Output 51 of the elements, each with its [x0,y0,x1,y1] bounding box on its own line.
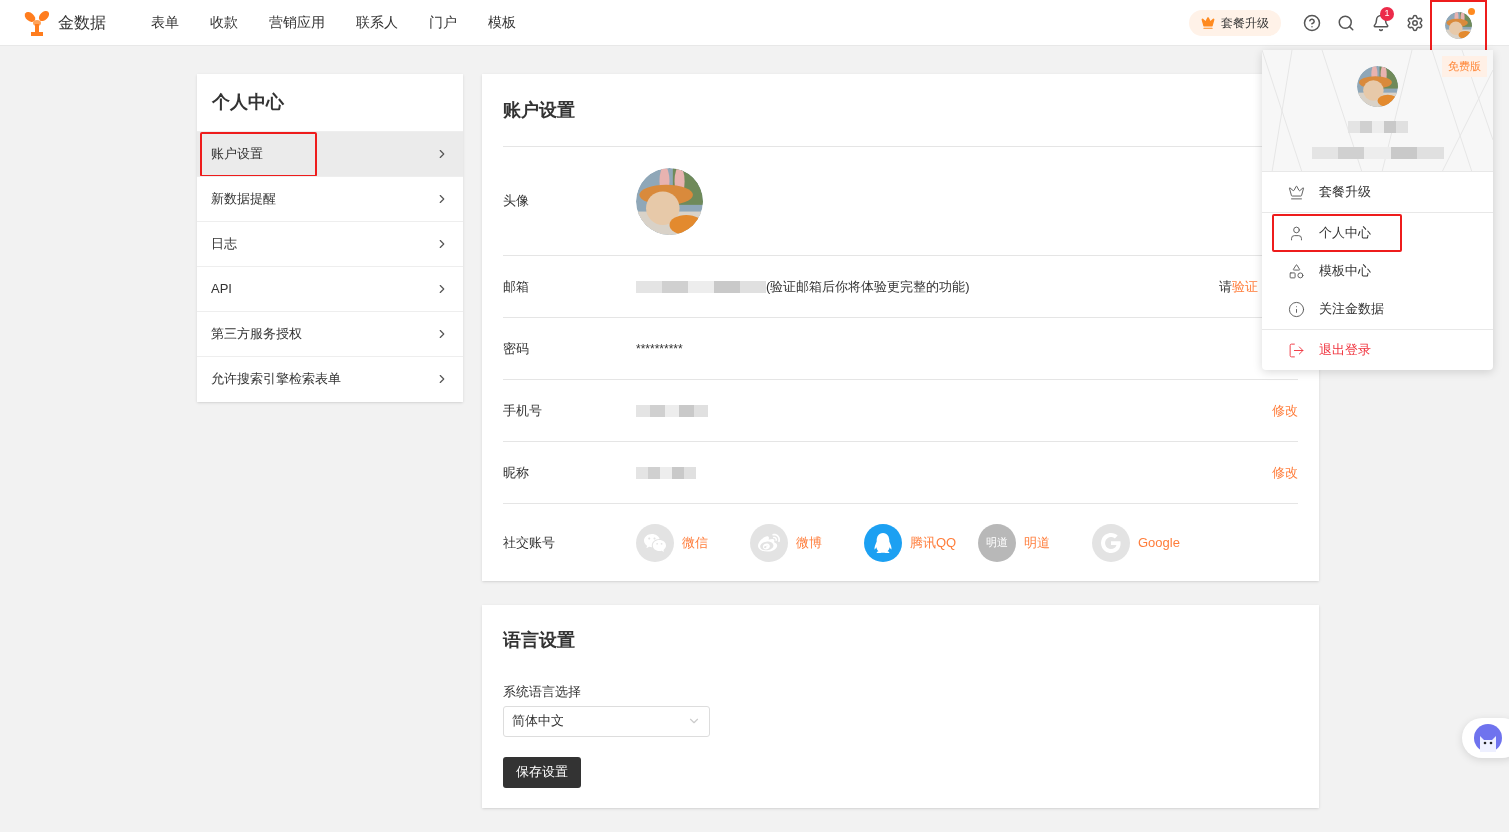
nav-link[interactable]: 联系人 [356,12,398,33]
menu-item[interactable]: 个人中心 [1272,214,1402,252]
nav-link[interactable]: 门户 [429,12,457,33]
nav-link[interactable]: 收款 [210,12,238,33]
nav-link[interactable]: 营销应用 [269,12,325,33]
field-label: 头像 [503,192,530,211]
field-label: 昵称 [503,463,530,482]
email-note: (验证邮箱后你将体验更完整的功能) [766,277,970,296]
redacted-nickname [636,466,696,479]
nav-link[interactable]: 模板 [488,12,516,33]
verify-prompt: 请 [1219,277,1232,296]
redacted-name [1347,121,1408,133]
sidebar-item[interactable]: 新数据提醒 [197,176,463,221]
logout-icon [1288,341,1305,359]
sidebar-item[interactable]: 第三方服务授权 [197,311,463,356]
chat-button[interactable] [1462,718,1509,758]
plan-badge: 免费版 [1442,56,1487,77]
save-button[interactable]: 保存设置 [503,756,581,788]
user-icon [1288,224,1305,242]
settings-icon[interactable] [1406,13,1424,32]
sidebar-item[interactable]: API [197,266,463,311]
menu-item[interactable]: 关注金数据 [1272,290,1483,328]
info-icon [1288,300,1305,318]
menu-item[interactable]: 退出登录 [1272,331,1483,369]
nav-link[interactable]: 表单 [151,12,179,33]
notification-badge: 1 [1380,6,1394,21]
field-label: 社交账号 [503,533,556,552]
sidebar-item[interactable]: 日志 [197,221,463,266]
help-icon[interactable] [1303,13,1321,32]
penguin-icon[interactable] [864,523,902,562]
redacted-phone [636,404,708,417]
field-label: 手机号 [503,401,543,420]
sidebar-title: 个人中心 [211,91,285,114]
field-label: 邮箱 [503,277,530,296]
sidebar-item[interactable]: 账户设置 [197,131,463,176]
language-select[interactable]: 简体中文 [503,705,710,737]
menu-item[interactable]: 模板中心 [1272,252,1483,290]
upgrade-button[interactable]: 套餐升级 [1189,9,1281,36]
field-label: 系统语言选择 [503,683,582,701]
card-title: 语言设置 [503,629,576,652]
shapes-icon [1288,262,1305,280]
card-title: 账户设置 [503,98,576,122]
password-value: ********** [636,340,683,358]
cat-mascot-icon [1474,724,1502,752]
crown-icon [1288,183,1305,201]
search-icon[interactable] [1337,13,1355,32]
brand-name[interactable]: 金数据 [58,10,148,35]
menu-item[interactable]: 套餐升级 [1272,173,1483,211]
crown-icon [1201,15,1215,30]
sidebar-item[interactable]: 允许搜索引擎检索表单 [197,356,463,401]
field-label: 密码 [503,339,530,358]
